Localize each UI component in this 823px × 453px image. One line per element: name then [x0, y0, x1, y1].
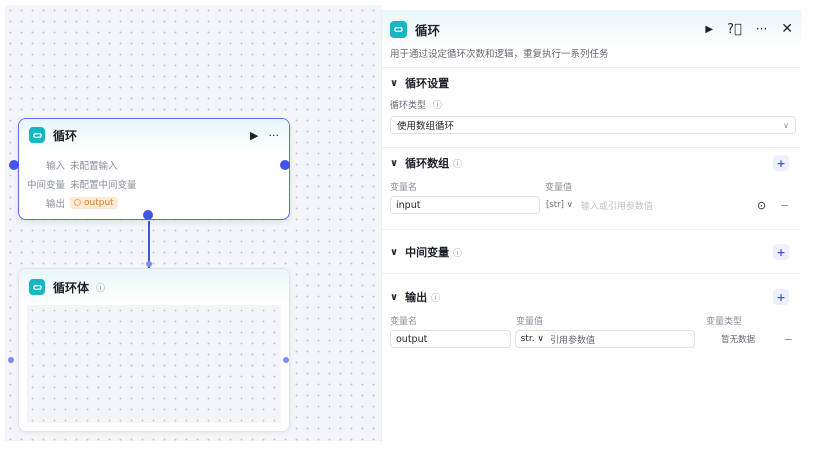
section-title: 中间变量	[405, 246, 450, 259]
workflow-canvas[interactable]: 循环 ▶ ··· 输入 未配置输入 中间变量 未配置中间变量 输出 output	[5, 5, 381, 441]
add-array-item-button[interactable]: +	[773, 155, 789, 171]
section-title: 循环数组	[405, 157, 450, 170]
info-icon[interactable]: ⓘ	[433, 101, 442, 111]
output-name-input[interactable]: output	[390, 330, 511, 348]
section-title: 循环设置	[405, 77, 450, 90]
output-type-label: str.	[520, 334, 535, 344]
array-row: input [str] ∨ 输入或引用参数值 ⊙ −	[390, 194, 793, 216]
remove-output-button[interactable]: −	[784, 333, 793, 346]
section-title: 输出	[405, 291, 428, 304]
more-icon[interactable]: ···	[756, 22, 767, 36]
col-type-header: 变量类型	[706, 316, 743, 327]
section-header[interactable]: ∨ 输出 ⓘ +	[390, 282, 793, 312]
col-name-header: 变量名	[390, 182, 418, 193]
loop-body-node[interactable]: 循环体 ⓘ	[18, 268, 290, 432]
output-value-input[interactable]: str. ∨ 引用参数值	[514, 330, 695, 348]
output-value-placeholder: 引用参数值	[550, 335, 596, 346]
col-value-header: 变量值	[545, 182, 573, 193]
input-value: 未配置输入	[70, 160, 118, 172]
more-icon[interactable]: ···	[269, 129, 280, 142]
output-row: output str. ∨ 引用参数值 暂无数据 −	[390, 328, 793, 350]
loop-node-body: 输入 未配置输入 中间变量 未配置中间变量 输出 output	[19, 151, 289, 212]
section-header[interactable]: ∨ 中间变量 ⓘ +	[390, 237, 793, 267]
workflow-editor: 循环 ▶ ··· 输入 未配置输入 中间变量 未配置中间变量 输出 output	[0, 0, 823, 453]
play-icon[interactable]: ▶	[250, 129, 258, 142]
chevron-down-icon[interactable]: ∨	[390, 292, 398, 303]
loop-body-header: 循环体 ⓘ	[19, 269, 289, 305]
output-name-value: output	[396, 333, 428, 345]
output-var-type: 暂无数据	[721, 335, 756, 345]
info-icon[interactable]: ⓘ	[453, 246, 462, 259]
array-type-select[interactable]: [str] ∨	[546, 200, 573, 210]
loop-type-label-text: 循环类型	[390, 101, 427, 111]
array-name-value: input	[396, 199, 421, 211]
output-tag: output	[70, 196, 118, 209]
array-type-label: [str]	[546, 200, 564, 210]
loop-node-header: 循环 ▶ ···	[19, 119, 289, 151]
node-intermediate-row: 中间变量 未配置中间变量	[19, 174, 289, 193]
play-icon[interactable]: ▶	[705, 24, 713, 35]
reference-icon[interactable]: ⊙	[757, 199, 766, 212]
section-header[interactable]: ∨ 循环数组 ⓘ +	[390, 148, 793, 178]
loop-output-port[interactable]	[280, 160, 290, 170]
help-icon[interactable]: ?⃝	[727, 22, 742, 37]
panel-description: 用于通过设定循环次数和逻辑，重复执行一系列任务	[390, 49, 609, 60]
col-value-header: 变量值	[516, 316, 544, 327]
body-top-port[interactable]	[146, 261, 152, 267]
node-output-row: 输出 output	[19, 193, 289, 212]
node-input-row: 输入 未配置输入	[19, 155, 289, 174]
loop-type-label: 循环类型 ⓘ	[390, 98, 793, 111]
chevron-down-icon[interactable]: ∨	[390, 158, 398, 169]
body-right-port[interactable]	[283, 357, 289, 363]
add-output-button[interactable]: +	[773, 289, 789, 305]
array-name-input[interactable]: input	[390, 196, 540, 214]
add-intermediate-button[interactable]: +	[773, 244, 789, 260]
loop-body-canvas[interactable]	[27, 305, 281, 423]
section-loop-settings: ∨ 循环设置 循环类型 ⓘ 使用数组循环 ∨	[382, 68, 801, 148]
loop-input-port[interactable]	[9, 160, 19, 170]
section-intermediate: ∨ 中间变量 ⓘ +	[382, 230, 801, 274]
info-icon[interactable]: ⓘ	[431, 291, 440, 304]
section-header[interactable]: ∨ 循环设置	[390, 68, 793, 98]
input-key: 输入	[45, 160, 65, 172]
loop-type-value: 使用数组循环	[397, 121, 455, 132]
chevron-down-icon[interactable]: ∨	[390, 247, 398, 258]
loop-type-select[interactable]: 使用数组循环 ∨	[390, 116, 796, 134]
intermediate-key: 中间变量	[26, 179, 65, 191]
output-type-select[interactable]: str. ∨	[521, 334, 544, 344]
body-left-port[interactable]	[8, 357, 14, 363]
section-output: ∨ 输出 ⓘ + 变量名 变量值 变量类型 output str. ∨ 引用参数…	[382, 274, 801, 350]
panel-title: 循环	[415, 22, 441, 38]
loop-icon	[390, 20, 407, 38]
info-icon[interactable]: ⓘ	[96, 281, 105, 294]
chevron-down-icon: ∨	[783, 120, 789, 130]
intermediate-value: 未配置中间变量	[70, 179, 137, 191]
close-icon[interactable]: ✕	[781, 21, 793, 37]
col-name-header: 变量名	[390, 316, 418, 327]
variable-icon	[74, 199, 81, 206]
panel-header: 循环 ▶ ?⃝ ··· ✕ 用于通过设定循环次数和逻辑，重复执行一系列任务	[382, 10, 801, 68]
loop-node[interactable]: 循环 ▶ ··· 输入 未配置输入 中间变量 未配置中间变量 输出 output	[18, 118, 290, 220]
loop-body-title: 循环体	[53, 280, 90, 295]
remove-array-item-button[interactable]: −	[780, 199, 789, 212]
output-tag-label: output	[84, 197, 114, 208]
section-loop-array: ∨ 循环数组 ⓘ + 变量名 变量值 input [str] ∨ 输入或引用参数…	[382, 148, 801, 230]
loop-icon	[29, 279, 45, 295]
array-value-input[interactable]: 输入或引用参数值	[581, 199, 757, 212]
loop-body-port[interactable]	[143, 210, 153, 220]
info-icon[interactable]: ⓘ	[453, 157, 462, 170]
loop-config-panel: 循环 ▶ ?⃝ ··· ✕ 用于通过设定循环次数和逻辑，重复执行一系列任务 ∨ …	[381, 10, 801, 442]
loop-icon	[29, 127, 45, 143]
output-key: 输出	[45, 198, 65, 210]
loop-node-title: 循环	[53, 128, 78, 143]
chevron-down-icon[interactable]: ∨	[390, 78, 398, 89]
